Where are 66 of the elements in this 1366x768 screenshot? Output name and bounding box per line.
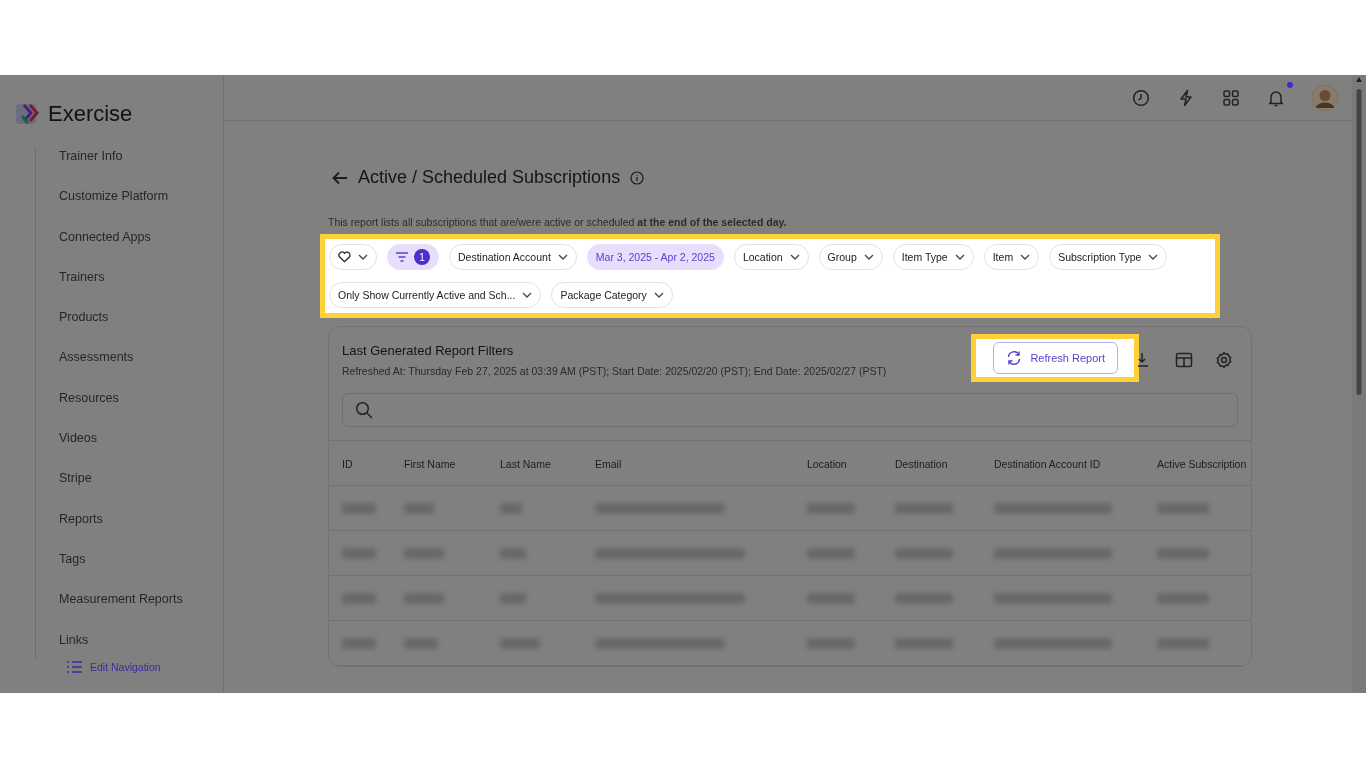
apps-grid-icon[interactable] (1222, 88, 1240, 107)
sidebar-item[interactable]: Videos (59, 429, 97, 448)
edit-navigation-link[interactable]: Edit Navigation (90, 660, 161, 673)
table-icon[interactable] (1175, 351, 1193, 369)
sidebar-item[interactable]: Tags (59, 549, 86, 568)
report-description: This report lists all subscriptions that are/were active or scheduled at the end of the selected day. (328, 216, 788, 228)
column-header[interactable]: Active Subscription (1157, 458, 1247, 470)
sidebar-item[interactable]: Trainer Info (59, 147, 123, 165)
chevron-down-icon (789, 254, 800, 260)
filter-dropdown[interactable]: Item Type (892, 244, 974, 270)
filter-dropdown[interactable]: Subscription Type (1049, 244, 1168, 270)
favorites-dropdown[interactable] (329, 244, 377, 270)
filter-dropdown[interactable]: Destination Account (449, 244, 577, 270)
chevron-down-icon (954, 254, 965, 260)
chevron-down-icon (863, 254, 874, 260)
lightning-icon[interactable] (1177, 88, 1195, 107)
search-field[interactable] (342, 393, 1238, 427)
logo-icon (16, 101, 40, 126)
column-header[interactable]: Destination Account ID (994, 458, 1101, 470)
filter-dropdown[interactable]: Item (983, 244, 1040, 270)
heart-icon (338, 251, 351, 263)
settings-icon[interactable] (1215, 351, 1233, 369)
refresh-report-button[interactable]: Refresh Report (993, 342, 1118, 374)
filter-dropdown[interactable]: Mar 3, 2025 - Apr 2, 2025 (586, 244, 724, 270)
filter-dropdown[interactable]: Location (733, 244, 809, 270)
avatar[interactable] (1312, 84, 1338, 111)
sidebar-item[interactable]: Products (59, 308, 109, 327)
filter-dropdown[interactable]: Group (818, 244, 883, 270)
chevron-down-icon (653, 292, 664, 298)
column-header[interactable]: Destination (895, 458, 948, 470)
sidebar-item[interactable]: Customize Platform (59, 187, 169, 206)
sidebar-item[interactable]: Trainers (59, 267, 105, 286)
list-icon (67, 660, 82, 673)
sidebar-item[interactable]: Connected Apps (59, 227, 151, 246)
chevron-down-icon (358, 254, 368, 260)
page-title: Active / Scheduled Subscriptions (358, 167, 621, 188)
search-icon (355, 401, 373, 419)
card-title: Last Generated Report Filters (342, 343, 515, 358)
filter-dropdown[interactable]: Only Show Currently Active and Sch... (329, 282, 542, 308)
column-header[interactable]: Last Name (500, 458, 551, 470)
column-header[interactable]: Location (807, 458, 847, 470)
info-icon[interactable] (630, 170, 645, 185)
refreshed-info: Refreshed At: Thursday Feb 27, 2025 at 03:39 AM (PST); Start Date: 2025/02/20 (PST); End Date: 2025/02/27 (PST) (342, 365, 888, 377)
brand-name: Exercise (48, 100, 133, 127)
sidebar-item[interactable]: Measurement Reports (59, 590, 183, 609)
column-header[interactable]: Email (595, 458, 622, 470)
bell-icon[interactable] (1267, 88, 1285, 107)
sidebar-item[interactable]: Reports (59, 509, 103, 528)
filter-dropdown[interactable]: Package Category (551, 282, 673, 308)
chevron-down-icon (557, 254, 568, 260)
filter-button[interactable]: 1 (387, 244, 439, 270)
column-header[interactable]: First Name (404, 458, 456, 470)
refresh-icon (1006, 350, 1023, 366)
back-arrow-icon[interactable] (332, 170, 348, 185)
sidebar-item[interactable]: Links (59, 630, 89, 649)
sidebar-item[interactable]: Assessments (59, 348, 134, 367)
filter-icon (396, 252, 408, 262)
clock-icon[interactable] (1132, 88, 1150, 107)
chevron-down-icon (1020, 254, 1031, 260)
sidebar-item[interactable]: Stripe (59, 469, 92, 488)
column-header[interactable]: ID (342, 458, 353, 470)
chevron-down-icon (522, 292, 533, 298)
scrollbar[interactable] (1355, 75, 1363, 395)
filter-count-badge: 1 (414, 249, 430, 265)
chevron-down-icon (1148, 254, 1159, 260)
sidebar-item[interactable]: Resources (59, 388, 119, 407)
